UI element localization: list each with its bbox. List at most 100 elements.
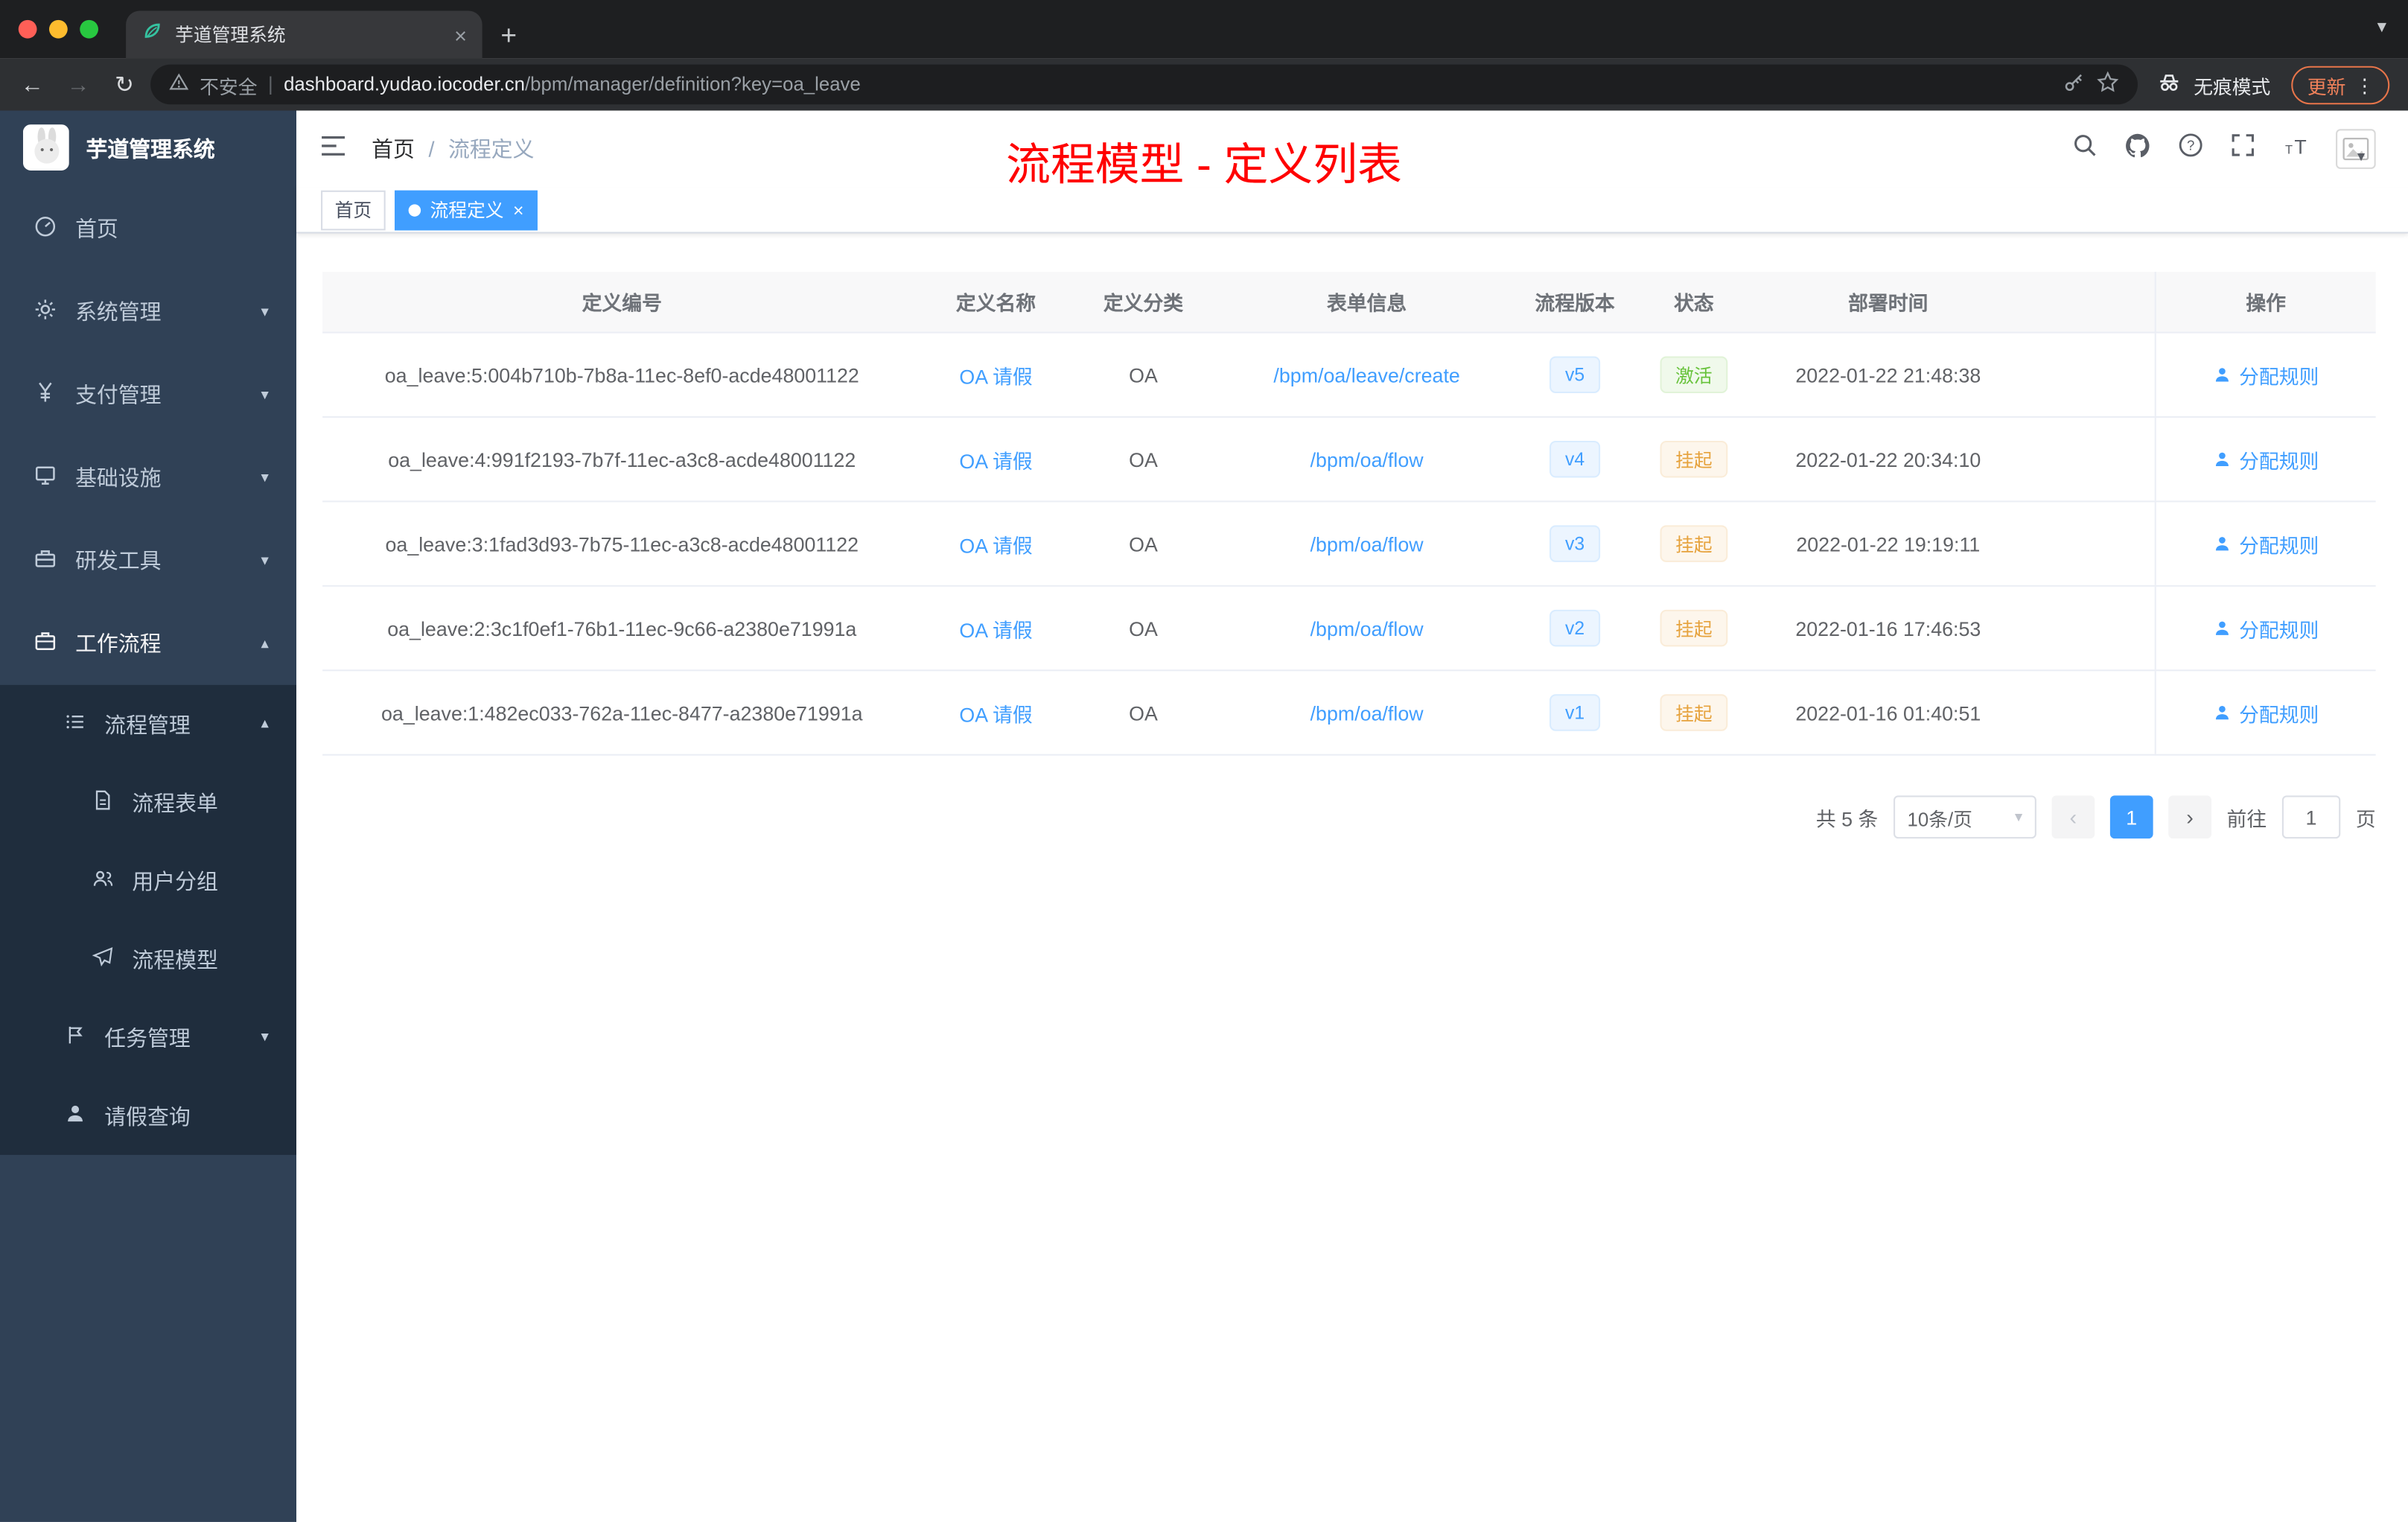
cell-definition-name: OA 请假	[922, 671, 1071, 754]
close-window-button[interactable]	[18, 19, 37, 39]
document-icon	[92, 789, 114, 815]
sidebar-item-workflow[interactable]: 工作流程 ▴	[0, 602, 296, 685]
github-icon[interactable]	[2124, 131, 2151, 166]
breadcrumb: 首页 / 流程定义	[372, 133, 534, 164]
table-row: oa_leave:1:482ec033-762a-11ec-8477-a2380…	[322, 671, 2376, 756]
sidebar-item-devtools[interactable]: 研发工具 ▾	[0, 519, 296, 602]
assign-rule-link[interactable]: 分配规则	[2213, 445, 2319, 474]
col-actions: 操作	[2154, 272, 2376, 332]
zoom-window-button[interactable]	[80, 19, 98, 39]
tag-close-icon[interactable]: ×	[513, 200, 523, 219]
cell-actions: 分配规则	[2154, 671, 2376, 754]
back-icon[interactable]: ←	[13, 71, 53, 98]
url-path: /bpm/manager/definition?key=oa_leave	[525, 74, 861, 95]
forward-icon[interactable]: →	[58, 71, 98, 98]
page-size-select[interactable]: 10条/页 ▾	[1893, 795, 2036, 839]
goto-page-input[interactable]	[2281, 795, 2341, 839]
next-page-button[interactable]: ›	[2168, 795, 2211, 839]
breadcrumb-home[interactable]: 首页	[372, 133, 415, 164]
cell-form-info: /bpm/oa/flow	[1217, 418, 1517, 500]
sidebar-toggle-icon[interactable]	[319, 133, 347, 165]
assign-rule-link[interactable]: 分配规则	[2213, 529, 2319, 558]
bookmark-star-icon[interactable]	[2097, 71, 2120, 98]
definition-name-link[interactable]: OA 请假	[959, 698, 1032, 727]
status-badge: 挂起	[1660, 694, 1728, 731]
paper-plane-icon	[92, 946, 114, 972]
cell-deploy-time: 2022-01-22 19:19:11	[1796, 532, 1981, 555]
tag-home[interactable]: 首页	[321, 189, 386, 230]
sidebar-item-system[interactable]: 系统管理 ▾	[0, 270, 296, 353]
assign-rule-label: 分配规则	[2239, 533, 2319, 557]
sidebar-item-label: 首页	[75, 216, 118, 241]
assign-rule-label: 分配规则	[2239, 618, 2319, 642]
cell-version: v3	[1517, 502, 1633, 585]
new-tab-button[interactable]: +	[500, 22, 517, 49]
cell-definition-name: OA 请假	[922, 587, 1071, 669]
sidebar-item-infrastructure[interactable]: 基础设施 ▾	[0, 436, 296, 519]
user-menu[interactable]: ▾	[2335, 129, 2376, 169]
cell-deploy-time: 2022-01-16 01:40:51	[1795, 701, 1981, 725]
definition-name-link[interactable]: OA 请假	[959, 614, 1032, 643]
dashboard-icon	[34, 215, 57, 243]
active-dot	[408, 203, 421, 216]
definition-name-link[interactable]: OA 请假	[959, 360, 1032, 389]
definition-name-link[interactable]: OA 请假	[959, 445, 1032, 474]
chevron-down-icon: ▾	[261, 386, 269, 404]
form-link[interactable]: /bpm/oa/flow	[1310, 448, 1424, 471]
assign-rule-link[interactable]: 分配规则	[2213, 698, 2319, 727]
definition-name-link[interactable]: OA 请假	[959, 529, 1032, 558]
form-link[interactable]: /bpm/oa/flow	[1310, 701, 1424, 725]
pagination: 共 5 条 10条/页 ▾ ‹ 1 › 前往 页	[322, 795, 2376, 839]
minimize-window-button[interactable]	[49, 19, 68, 39]
address-bar[interactable]: 不安全 | dashboard.yudao.iocoder.cn/bpm/man…	[150, 64, 2138, 105]
sidebar-item-label: 工作流程	[75, 631, 162, 656]
sidebar-item-home[interactable]: 首页	[0, 188, 296, 270]
chevron-down-icon: ▾	[2014, 808, 2023, 826]
page-number-button[interactable]: 1	[2109, 795, 2153, 839]
assign-rule-label: 分配规则	[2239, 449, 2319, 473]
cell-status: 挂起	[1632, 502, 1755, 585]
browser-menu-icon[interactable]: ⋮	[2355, 73, 2374, 96]
form-link[interactable]: /bpm/oa/leave/create	[1273, 363, 1459, 386]
cell-definition-id: oa_leave:3:1fad3d93-7b75-11ec-a3c8-acde4…	[385, 532, 859, 555]
list-icon	[65, 711, 86, 737]
assign-rule-link[interactable]: 分配规则	[2213, 360, 2319, 389]
update-label: 更新	[2307, 76, 2346, 98]
sidebar-item-process-forms[interactable]: 流程表单	[0, 763, 296, 841]
search-icon[interactable]	[2071, 132, 2098, 165]
assign-rule-link[interactable]: 分配规则	[2213, 614, 2319, 643]
version-tag: v2	[1549, 609, 1600, 647]
browser-tab[interactable]: 芋道管理系统 ×	[126, 10, 482, 59]
sidebar-item-process-management[interactable]: 流程管理 ▴	[0, 685, 296, 763]
form-link[interactable]: /bpm/oa/flow	[1310, 617, 1424, 640]
sidebar-item-task-management[interactable]: 任务管理 ▾	[0, 999, 296, 1077]
cell-status: 挂起	[1632, 587, 1755, 669]
font-size-icon[interactable]: TT	[2282, 133, 2310, 165]
col-filler	[2021, 272, 2154, 331]
form-link[interactable]: /bpm/oa/flow	[1310, 532, 1424, 555]
update-button[interactable]: 更新 ⋮	[2292, 65, 2390, 104]
help-icon[interactable]: ?	[2178, 132, 2204, 165]
tab-close-icon[interactable]: ×	[454, 24, 467, 45]
tab-search-icon[interactable]: ▾	[2377, 16, 2386, 37]
prev-page-button[interactable]: ‹	[2051, 795, 2095, 839]
sidebar-item-payment[interactable]: 支付管理 ▾	[0, 353, 296, 436]
yen-icon	[34, 381, 57, 409]
sidebar-item-label: 支付管理	[75, 382, 162, 407]
chevron-up-icon: ▴	[261, 634, 269, 652]
cell-form-info: /bpm/oa/leave/create	[1217, 334, 1517, 416]
sidebar-item-process-models[interactable]: 流程模型	[0, 920, 296, 998]
tab-strip: 芋道管理系统 × + ▾	[0, 0, 2408, 59]
cell-definition-name: OA 请假	[922, 418, 1071, 500]
cell-actions: 分配规则	[2154, 586, 2376, 670]
breadcrumb-current: 流程定义	[448, 136, 535, 162]
reload-icon[interactable]: ↻	[104, 71, 144, 98]
sidebar-item-leave-query[interactable]: 请假查询	[0, 1077, 296, 1155]
password-key-icon[interactable]	[2063, 71, 2086, 98]
fullscreen-icon[interactable]	[2230, 132, 2256, 165]
sidebar-item-label: 用户分组	[132, 868, 218, 894]
table-row: oa_leave:3:1fad3d93-7b75-11ec-a3c8-acde4…	[322, 502, 2376, 587]
sidebar-logo[interactable]: 芋道管理系统	[0, 111, 296, 188]
sidebar-item-user-groups[interactable]: 用户分组	[0, 841, 296, 920]
tag-process-definition[interactable]: 流程定义 ×	[395, 189, 538, 230]
